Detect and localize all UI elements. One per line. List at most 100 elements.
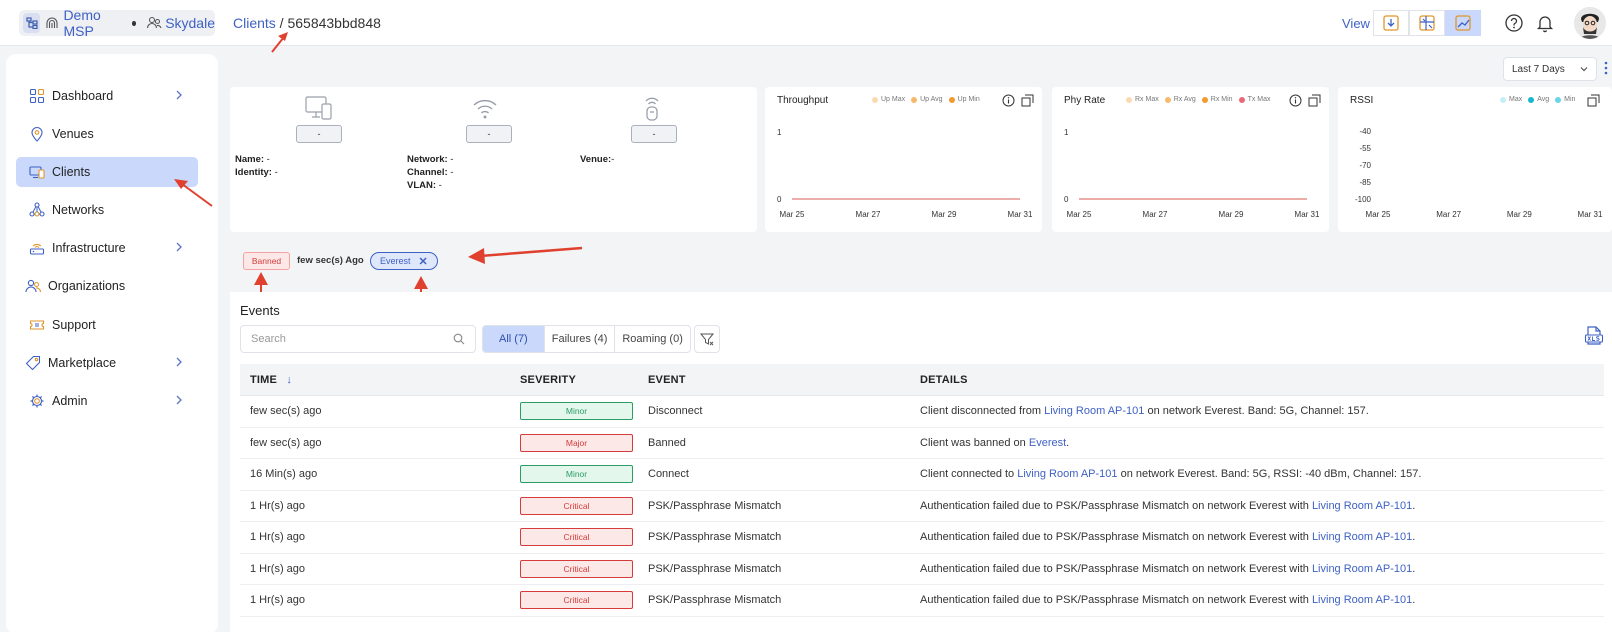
sidebar-item-venues[interactable]: Venues — [16, 119, 198, 149]
view-analytics-button[interactable] — [1445, 10, 1481, 36]
severity-badge: Critical — [520, 496, 633, 515]
cell-details: Client connected to Living Room AP-101 o… — [920, 468, 1422, 481]
col-time-header[interactable]: TIME ↓ — [240, 374, 512, 386]
org-switcher[interactable]: Demo MSP Skydale — [19, 7, 215, 39]
help-icon[interactable] — [1504, 13, 1524, 33]
x-tick-label: Mar 31 — [1008, 210, 1033, 219]
events-title: Events — [240, 303, 280, 318]
sidebar-item-label: Infrastructure — [52, 241, 126, 255]
bell-icon[interactable] — [1535, 13, 1555, 33]
view-map-button[interactable] — [1409, 10, 1445, 36]
cell-time: 1 Hr(s) ago — [250, 594, 306, 607]
sidebar-item-clients[interactable]: Clients — [16, 157, 198, 187]
more-options-icon[interactable] — [1604, 60, 1608, 76]
sidebar-item-label: Admin — [52, 394, 88, 408]
y-tick-label: -100 — [1355, 195, 1372, 204]
tab-all[interactable]: All (7) — [483, 326, 545, 352]
tag-icon — [24, 354, 42, 372]
export-xls-button[interactable] — [1584, 326, 1604, 346]
x-tick-label: Mar 25 — [780, 210, 805, 219]
sidebar-item-label: Clients — [52, 165, 91, 179]
table-row[interactable]: 1 Hr(s) ago Critical PSK/Passphrase Mismat… — [240, 522, 1604, 554]
table-row[interactable]: few sec(s) ago Major Banned Client was bann… — [240, 428, 1604, 459]
sidebar-item-marketplace[interactable]: Marketplace — [16, 348, 198, 378]
cell-severity: Minor — [512, 465, 648, 484]
client-network: Network: - — [407, 154, 454, 165]
table-row[interactable]: 16 Min(s) ago Minor Connect Client connecte… — [240, 459, 1604, 491]
date-range-value: Last 7 Days — [1512, 63, 1565, 75]
sidebar-item-label: Organizations — [48, 279, 126, 293]
sidebar-item-dashboard[interactable]: Dashboard — [16, 81, 198, 111]
sidebar-item-admin[interactable]: Admin — [16, 386, 198, 416]
col-event-header: EVENT — [648, 373, 686, 386]
search-icon — [453, 333, 465, 345]
x-tick-label: Mar 29 — [1507, 210, 1532, 219]
sidebar-item-infrastructure[interactable]: Infrastructure — [16, 233, 198, 263]
cell-time: 16 Min(s) ago — [250, 468, 318, 481]
cell-event: PSK/Passphrase Mismatch — [648, 531, 782, 544]
sidebar-item-label: Marketplace — [48, 356, 117, 370]
table-row[interactable]: 1 Hr(s) ago Critical PSK/Passphrase Mismat… — [240, 585, 1604, 617]
view-download-button[interactable] — [1373, 10, 1409, 36]
ap-link[interactable]: Living Room AP-101 — [1312, 594, 1412, 606]
chevron-down-icon — [1580, 67, 1588, 72]
sidebar-item-organizations[interactable]: Organizations — [16, 271, 198, 301]
sidebar-item-networks[interactable]: Networks — [16, 195, 198, 225]
users-icon — [24, 277, 42, 295]
tab-failures[interactable]: Failures (4) — [545, 326, 616, 352]
chevron-right-icon — [176, 242, 182, 252]
ap-link[interactable]: Living Room AP-101 — [1017, 468, 1117, 480]
close-icon[interactable]: ✕ — [419, 255, 428, 268]
filter-button[interactable] — [694, 325, 720, 353]
separator-dot — [131, 20, 137, 26]
user-avatar[interactable] — [1574, 7, 1606, 39]
severity-badge: Critical — [520, 591, 633, 610]
x-tick-label: Mar 31 — [1295, 210, 1320, 219]
org-tree-icon[interactable] — [23, 13, 41, 33]
cell-time: few sec(s) ago — [250, 405, 322, 418]
y-tick-label: -70 — [1359, 161, 1371, 170]
org-primary-name[interactable]: Demo MSP — [63, 7, 125, 39]
breadcrumb-current: 565843bbd848 — [287, 15, 381, 31]
x-tick-label: Mar 25 — [1067, 210, 1092, 219]
cell-details: Client was banned on Everest. — [920, 436, 1070, 449]
map-view-icon — [1419, 15, 1435, 31]
client-info-card: - - - Name: - Identity: - Network: - Cha… — [230, 87, 757, 232]
y-tick-label: -55 — [1359, 144, 1371, 153]
ap-link[interactable]: Living Room AP-101 — [1312, 563, 1412, 575]
annotation-arrow — [271, 32, 288, 53]
cell-event: Connect — [648, 468, 689, 481]
cell-event: Banned — [648, 436, 686, 449]
org-secondary-name[interactable]: Skydale — [165, 15, 215, 31]
location-pin-icon — [28, 125, 46, 143]
sort-arrow-icon[interactable]: ↓ — [286, 374, 292, 386]
customer-icon — [146, 15, 162, 31]
severity-badge: Critical — [520, 559, 633, 578]
network-chip[interactable]: Everest ✕ — [370, 252, 438, 270]
msp-icon — [44, 15, 60, 31]
severity-badge: Major — [520, 433, 633, 452]
devices-icon — [28, 163, 46, 181]
table-row[interactable]: 1 Hr(s) ago Critical PSK/Passphrase Mismat… — [240, 554, 1604, 585]
rssi-chart-card: RSSI Max Avg Min -40 -55 -70 -85 -100 Mar 25 M… — [1338, 87, 1612, 232]
ap-link[interactable]: Living Room AP-101 — [1044, 405, 1144, 417]
search-input[interactable]: Search — [240, 325, 476, 353]
client-channel: Channel: - — [407, 167, 454, 178]
col-severity-header: SEVERITY — [520, 373, 577, 386]
tab-roaming[interactable]: Roaming (0) — [615, 326, 690, 352]
ap-link[interactable]: Living Room AP-101 — [1312, 500, 1412, 512]
table-row[interactable]: few sec(s) ago Minor Disconnect Client disc… — [240, 396, 1604, 428]
cell-event: PSK/Passphrase Mismatch — [648, 499, 782, 512]
breadcrumb-clients-link[interactable]: Clients — [233, 15, 276, 31]
table-row[interactable]: 1 Hr(s) ago Critical PSK/Passphrase Mismat… — [240, 491, 1604, 522]
x-tick-label: Mar 31 — [1578, 210, 1603, 219]
access-point-icon — [645, 97, 659, 121]
sidebar-item-support[interactable]: Support — [16, 310, 198, 340]
ap-link[interactable]: Living Room AP-101 — [1312, 531, 1412, 543]
x-tick-label: Mar 25 — [1366, 210, 1391, 219]
cell-severity: Critical — [512, 528, 648, 547]
ap-link[interactable]: Everest — [1029, 437, 1066, 449]
x-tick-label: Mar 27 — [1143, 210, 1168, 219]
cell-details: Authentication failed due to PSK/Passphr… — [920, 562, 1416, 575]
date-range-select[interactable]: Last 7 Days — [1503, 57, 1597, 81]
